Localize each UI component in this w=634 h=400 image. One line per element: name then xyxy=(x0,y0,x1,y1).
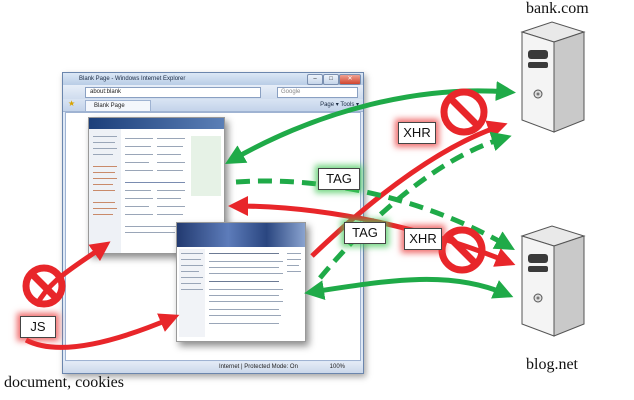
arrow-js-to-bank-page xyxy=(33,241,111,308)
forbidden-sign-icon xyxy=(22,264,66,308)
arrow-bank-to-bank-page xyxy=(225,81,516,164)
forbidden-sign-icon xyxy=(440,88,488,136)
xhr-label-bottom: XHR xyxy=(404,228,442,250)
xhr-label-top: XHR xyxy=(398,122,436,144)
tag-label-bottom: TAG xyxy=(344,222,386,244)
flow-arrows xyxy=(22,81,516,350)
tag-label-top: TAG xyxy=(318,168,360,190)
arrow-blog-to-blog-page xyxy=(304,276,514,301)
js-label: JS xyxy=(20,316,56,338)
arrow-tag-to-bank xyxy=(318,131,512,280)
caption: document, cookies xyxy=(4,374,124,391)
